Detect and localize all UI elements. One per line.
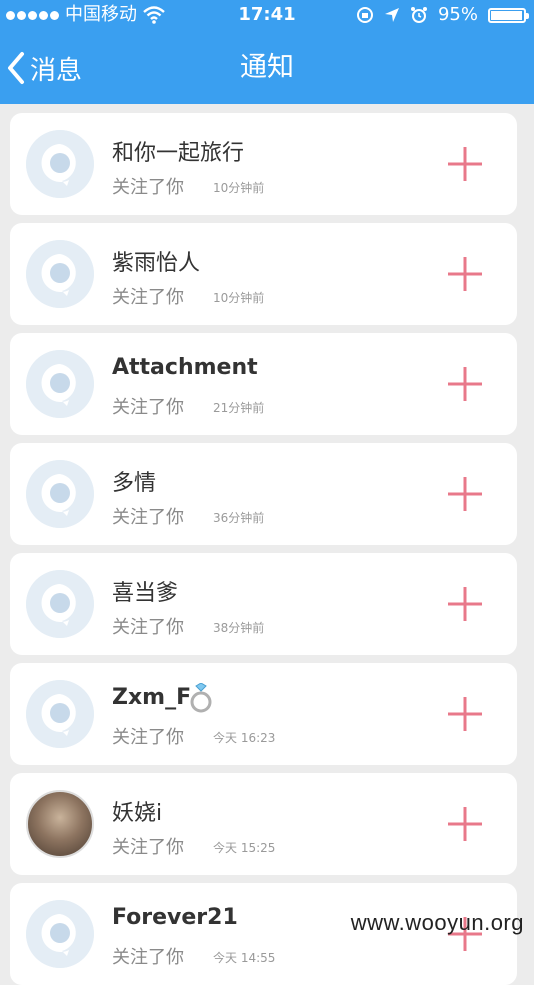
- plus-icon: [448, 587, 482, 621]
- plus-icon: [448, 147, 482, 181]
- user-name: Attachment: [112, 355, 258, 380]
- timestamp: 10分钟前: [213, 291, 265, 305]
- follow-back-button[interactable]: [447, 256, 483, 292]
- user-name: Forever21: [112, 905, 238, 930]
- action-text: 关注了你: [112, 507, 184, 528]
- timestamp: 今天 14:55: [213, 951, 276, 965]
- plus-icon: [448, 697, 482, 731]
- avatar[interactable]: [26, 350, 94, 418]
- action-text: 关注了你: [112, 727, 184, 748]
- follow-back-button[interactable]: [447, 586, 483, 622]
- avatar[interactable]: [26, 130, 94, 198]
- plus-icon: [448, 477, 482, 511]
- user-name: 紫雨怡人: [112, 251, 201, 276]
- timestamp: 21分钟前: [213, 401, 265, 415]
- plus-icon: [448, 807, 482, 841]
- notification-item[interactable]: 和你一起旅行关注了你 10分钟前: [10, 113, 517, 215]
- action-text: 关注了你: [112, 617, 184, 638]
- notification-item[interactable]: 喜当爹关注了你 38分钟前: [10, 553, 517, 655]
- alarm-icon: [410, 7, 427, 23]
- avatar[interactable]: [26, 790, 94, 858]
- timestamp: 36分钟前: [213, 511, 265, 525]
- notification-item[interactable]: 紫雨怡人关注了你 10分钟前: [10, 223, 517, 325]
- action-text: 关注了你: [112, 397, 184, 418]
- user-name: Zxm_F: [112, 685, 192, 710]
- avatar[interactable]: [26, 900, 94, 968]
- notification-item[interactable]: 多情关注了你 36分钟前: [10, 443, 517, 545]
- watermark: www.wooyun.org: [350, 910, 524, 935]
- user-name: 和你一起旅行: [112, 141, 245, 166]
- follow-back-button[interactable]: [447, 806, 483, 842]
- timestamp: 38分钟前: [213, 621, 265, 635]
- follow-back-button[interactable]: [447, 366, 483, 402]
- user-name: 喜当爹: [112, 581, 179, 606]
- avatar[interactable]: [26, 460, 94, 528]
- location-icon: [384, 8, 399, 22]
- notification-item[interactable]: Attachment 关注了你 21分钟前: [10, 333, 517, 435]
- timestamp: 今天 15:25: [213, 841, 276, 855]
- action-text: 关注了你: [112, 947, 184, 968]
- plus-icon: [448, 367, 482, 401]
- status-bar: 中国移动 17:41 95%: [0, 0, 534, 30]
- timestamp: 今天 16:23: [213, 731, 276, 745]
- user-name: 多情: [112, 471, 157, 496]
- battery-icon: [488, 7, 529, 23]
- page-title: 通知: [240, 52, 294, 83]
- top-bar: 中国移动 17:41 95% 消息 通知: [0, 0, 534, 104]
- avatar[interactable]: [26, 570, 94, 638]
- action-text: 关注了你: [112, 837, 184, 858]
- rotation-lock-icon: [356, 7, 373, 23]
- notification-item[interactable]: 妖娆i 关注了你 今天 15:25: [10, 773, 517, 875]
- notification-item[interactable]: Zxm_F 关注了你 今天 16:23: [10, 663, 517, 765]
- action-text: 关注了你: [112, 177, 184, 198]
- follow-back-button[interactable]: [447, 146, 483, 182]
- avatar[interactable]: [26, 680, 94, 748]
- battery-percent: 95%: [437, 4, 478, 25]
- follow-back-button[interactable]: [447, 696, 483, 732]
- action-text: 关注了你: [112, 287, 184, 308]
- plus-icon: [448, 257, 482, 291]
- ring-emoji-icon: [188, 682, 214, 717]
- avatar[interactable]: [26, 240, 94, 308]
- user-name: 妖娆i: [112, 801, 163, 826]
- follow-back-button[interactable]: [447, 476, 483, 512]
- timestamp: 10分钟前: [213, 181, 265, 195]
